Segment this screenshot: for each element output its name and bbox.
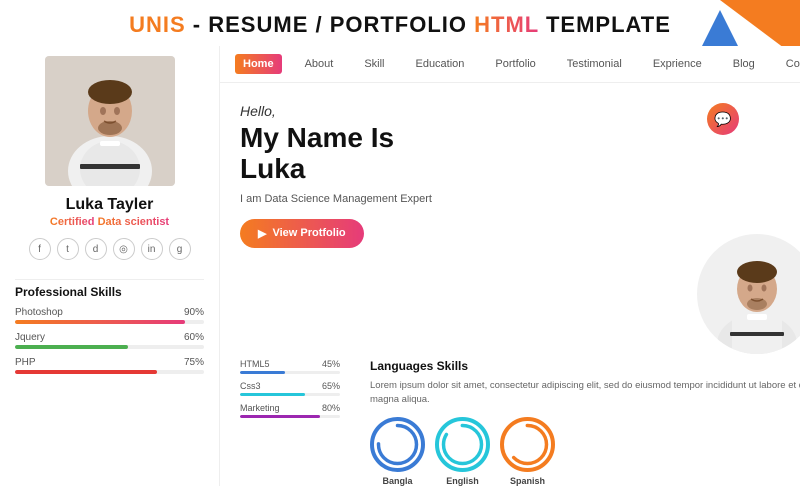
certified-label: Certified xyxy=(50,216,95,228)
social-icons: f t d ◎ in g xyxy=(29,238,191,260)
skill-percent: 65% xyxy=(322,381,340,391)
skill-label: Marketing xyxy=(240,403,280,413)
title-html: HTML xyxy=(474,12,539,37)
skill-jquery: Jquery 60% xyxy=(15,332,204,349)
linkedin-icon[interactable]: in xyxy=(141,238,163,260)
skill-php: PHP 75% xyxy=(15,357,204,374)
hero-image-area: 💬 xyxy=(687,103,800,354)
skill-bar-bg xyxy=(240,415,340,418)
nav-about[interactable]: About xyxy=(297,54,342,74)
nav-blog[interactable]: Blog xyxy=(725,54,763,74)
title-template: TEMPLATE xyxy=(539,12,671,37)
hero-person-svg xyxy=(702,244,800,354)
skill-marketing: Marketing 80% xyxy=(240,403,340,418)
lang-title: Languages Skills xyxy=(370,359,800,373)
bangla-label: Bangla xyxy=(382,476,412,486)
portfolio-btn-label: View Protfolio xyxy=(272,227,345,239)
hero-section: Hello, My Name Is Luka I am Data Science… xyxy=(220,83,800,364)
avatar xyxy=(45,56,175,186)
lang-english: English xyxy=(435,417,490,486)
hero-avatar-circle xyxy=(697,234,800,354)
hero-subtitle: I am Data Science Management Expert xyxy=(240,193,667,205)
view-portfolio-button[interactable]: ▶ View Protfolio xyxy=(240,219,364,248)
nav-portfolio[interactable]: Portfolio xyxy=(487,54,543,74)
skill-percent: 75% xyxy=(184,357,204,368)
lang-spanish: Spanish xyxy=(500,417,555,486)
skill-label: PHP xyxy=(15,357,36,368)
nav-bar: Home About Skill Education Portfolio Tes… xyxy=(220,46,800,83)
lang-text: Lorem ipsum dolor sit amet, consectetur … xyxy=(370,379,800,408)
skill-label: Photoshop xyxy=(15,307,63,318)
skill-percent: 60% xyxy=(184,332,204,343)
lang-circles: Bangla English xyxy=(370,417,800,486)
sidebar-name: Luka Tayler xyxy=(66,196,154,214)
skill-bar-fill xyxy=(240,371,285,374)
spanish-label: Spanish xyxy=(510,476,545,486)
portfolio-icon: ▶ xyxy=(258,227,266,240)
sidebar: Luka Tayler Certified Data scientist f t… xyxy=(0,46,220,486)
skill-bar-fill xyxy=(240,415,320,418)
spanish-progress-svg xyxy=(504,421,551,468)
avatar-svg xyxy=(45,56,175,186)
lang-section: Languages Skills Lorem ipsum dolor sit a… xyxy=(370,359,800,487)
main-container: Luka Tayler Certified Data scientist f t… xyxy=(0,46,800,486)
sidebar-title: Certified Data scientist xyxy=(50,216,169,228)
facebook-icon[interactable]: f xyxy=(29,238,51,260)
skill-bar-bg xyxy=(240,393,340,396)
hero-hello: Hello, xyxy=(240,103,667,119)
nav-testimonial[interactable]: Testimonial xyxy=(559,54,630,74)
skill-percent: 80% xyxy=(322,403,340,413)
skill-bar-fill xyxy=(15,345,128,349)
lang-bangla: Bangla xyxy=(370,417,425,486)
instagram-icon[interactable]: ◎ xyxy=(113,238,135,260)
nav-education[interactable]: Education xyxy=(407,54,472,74)
title-middle: - RESUME / PORTFOLIO xyxy=(186,12,474,37)
nav-experience[interactable]: Exprience xyxy=(645,54,710,74)
google-icon[interactable]: g xyxy=(169,238,191,260)
hero-title: My Name Is Luka xyxy=(240,123,667,185)
english-label: English xyxy=(446,476,479,486)
hero-name-line1: My Name Is xyxy=(240,122,394,153)
skill-bar-bg xyxy=(240,371,340,374)
skill-bar-bg xyxy=(15,345,204,349)
hero-name-line2: Luka xyxy=(240,153,305,184)
skill-bar-fill xyxy=(240,393,305,396)
professional-skills: Professional Skills Photoshop 90% Jquery… xyxy=(15,285,204,382)
skill-percent: 45% xyxy=(322,359,340,369)
role-label: Data scientist xyxy=(95,216,170,228)
bangla-circle xyxy=(370,417,425,472)
english-circle xyxy=(435,417,490,472)
skill-label: HTML5 xyxy=(240,359,270,369)
skill-css3: Css3 65% xyxy=(240,381,340,396)
content-area: Home About Skill Education Portfolio Tes… xyxy=(220,46,800,486)
title-unis: UNIS xyxy=(129,12,186,37)
chat-icon: 💬 xyxy=(707,103,739,135)
sidebar-divider xyxy=(15,279,204,280)
bangla-progress-svg xyxy=(374,421,421,468)
skill-percent: 90% xyxy=(184,307,204,318)
skill-col-html5: HTML5 45% Css3 65% xyxy=(240,359,340,487)
dribbble-icon[interactable]: d xyxy=(85,238,107,260)
skill-label: Css3 xyxy=(240,381,261,391)
skill-html5: HTML5 45% xyxy=(240,359,340,374)
skill-bar-fill xyxy=(15,320,185,324)
nav-contact[interactable]: Contact xyxy=(778,54,800,74)
english-progress-svg xyxy=(439,421,486,468)
twitter-icon[interactable]: t xyxy=(57,238,79,260)
skill-photoshop: Photoshop 90% xyxy=(15,307,204,324)
skill-bar-bg xyxy=(15,320,204,324)
hero-text: Hello, My Name Is Luka I am Data Science… xyxy=(240,103,667,354)
main-skills-row: HTML5 45% Css3 65% xyxy=(220,359,800,487)
page-header: UNIS - RESUME / PORTFOLIO HTML TEMPLATE xyxy=(0,0,800,46)
skill-bar-bg xyxy=(15,370,204,374)
spanish-circle xyxy=(500,417,555,472)
skills-title: Professional Skills xyxy=(15,285,204,299)
nav-home[interactable]: Home xyxy=(235,54,282,74)
skill-bar-fill xyxy=(15,370,157,374)
nav-skill[interactable]: Skill xyxy=(356,54,392,74)
skill-label: Jquery xyxy=(15,332,45,343)
